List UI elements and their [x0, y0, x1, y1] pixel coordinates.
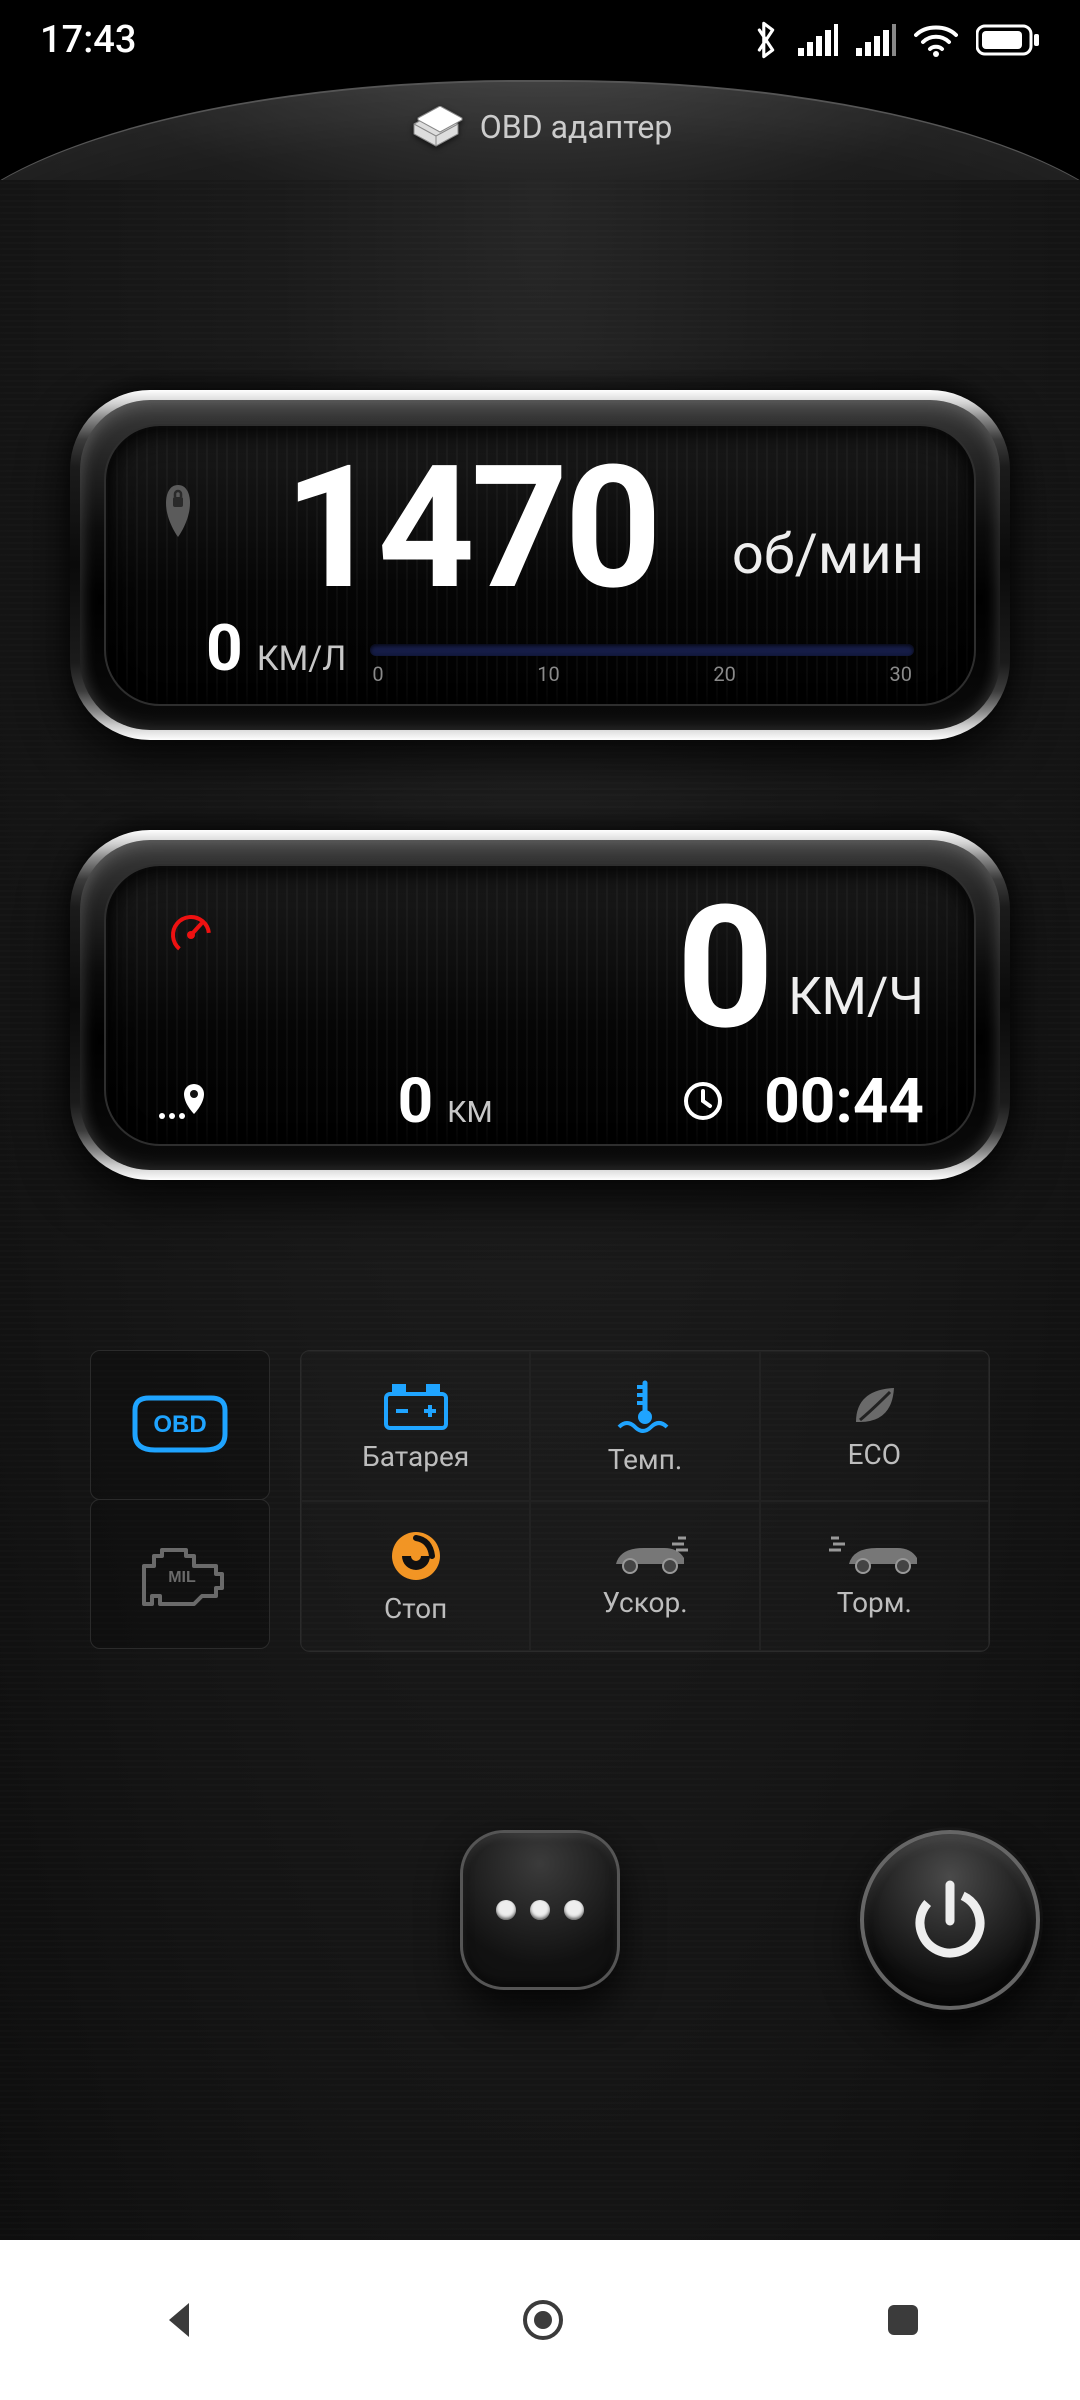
dot-icon [564, 1900, 584, 1920]
power-button[interactable] [860, 1830, 1040, 2010]
temp-tile-label: Темп. [608, 1443, 683, 1476]
rpm-value: 1470 [220, 452, 722, 605]
stop-tile-label: Стоп [384, 1592, 447, 1625]
clock-icon [682, 1080, 724, 1126]
more-button[interactable] [460, 1830, 620, 1990]
speed-gauge[interactable]: 0 КМ/Ч 0 КМ 00:44 [70, 830, 1010, 1180]
header-title: OBD адаптер [480, 108, 673, 146]
header-title-container[interactable]: OBD адаптер [408, 106, 673, 148]
obd-adapter-icon [408, 106, 464, 148]
power-icon [905, 1875, 995, 1965]
leaf-icon [846, 1382, 902, 1430]
distance-value: 0 [398, 1065, 434, 1138]
mil-tile[interactable]: MIL [90, 1499, 270, 1649]
car-accel-icon [600, 1534, 690, 1578]
tick-0: 0 [372, 662, 383, 686]
status-bar: 17:43 [0, 0, 1080, 80]
status-icons [752, 20, 1040, 60]
tick-20: 20 [713, 662, 735, 686]
dot-icon [530, 1900, 550, 1920]
accel-tile-label: Ускор. [602, 1586, 687, 1619]
car-battery-icon [380, 1380, 452, 1432]
speed-value: 0 [677, 892, 771, 1045]
obd-icon: OBD [125, 1390, 235, 1460]
speedometer-icon [166, 910, 216, 964]
engine-mil-icon: MIL [130, 1542, 230, 1606]
fuel-efficiency-value: 0 [206, 611, 243, 686]
brake-tile-label: Торм. [837, 1586, 912, 1619]
nav-recent-icon[interactable] [883, 2300, 923, 2340]
signal-1-icon [798, 24, 838, 56]
battery-tile-label: Батарея [362, 1440, 469, 1473]
header-arch: OBD адаптер [0, 80, 1080, 180]
eco-tile[interactable]: ECO [760, 1351, 989, 1501]
svg-text:MIL: MIL [168, 1569, 196, 1586]
tick-10: 10 [537, 662, 559, 686]
brake-tile[interactable]: Торм. [760, 1501, 989, 1651]
distance-unit: КМ [447, 1095, 492, 1130]
rpm-unit: об/мин [732, 521, 924, 587]
accel-tile[interactable]: Ускор. [530, 1501, 759, 1651]
fuel-lock-icon [156, 481, 200, 545]
tick-30: 30 [890, 662, 912, 686]
fuel-efficiency-unit: КМ/Л [257, 639, 347, 679]
signal-2-icon [856, 24, 896, 56]
android-nav-bar [0, 2240, 1080, 2400]
car-brake-icon [829, 1534, 919, 1578]
temp-tile[interactable]: Темп. [530, 1351, 759, 1501]
dot-icon [496, 1900, 516, 1920]
nav-home-icon[interactable] [518, 2295, 568, 2345]
battery-tile[interactable]: Батарея [301, 1351, 530, 1501]
location-pin-icon [156, 1078, 208, 1126]
fuel-efficiency-scale: 0 10 20 30 [370, 644, 914, 686]
trip-time: 00:44 [764, 1065, 924, 1138]
speed-unit: КМ/Ч [788, 966, 924, 1027]
obd-tile[interactable]: OBD [90, 1350, 270, 1500]
turbo-stop-icon [388, 1528, 444, 1584]
eco-tile-label: ECO [848, 1438, 901, 1471]
svg-text:OBD: OBD [153, 1411, 206, 1438]
bluetooth-icon [752, 20, 780, 60]
coolant-temp-icon [613, 1377, 677, 1435]
stop-tile[interactable]: Стоп [301, 1501, 530, 1651]
battery-icon [976, 24, 1040, 56]
wifi-icon [914, 23, 958, 57]
rpm-gauge[interactable]: 1470 об/мин 0 КМ/Л 0 10 20 30 [70, 390, 1010, 740]
status-time: 17:43 [40, 18, 136, 62]
nav-back-icon[interactable] [157, 2297, 203, 2343]
